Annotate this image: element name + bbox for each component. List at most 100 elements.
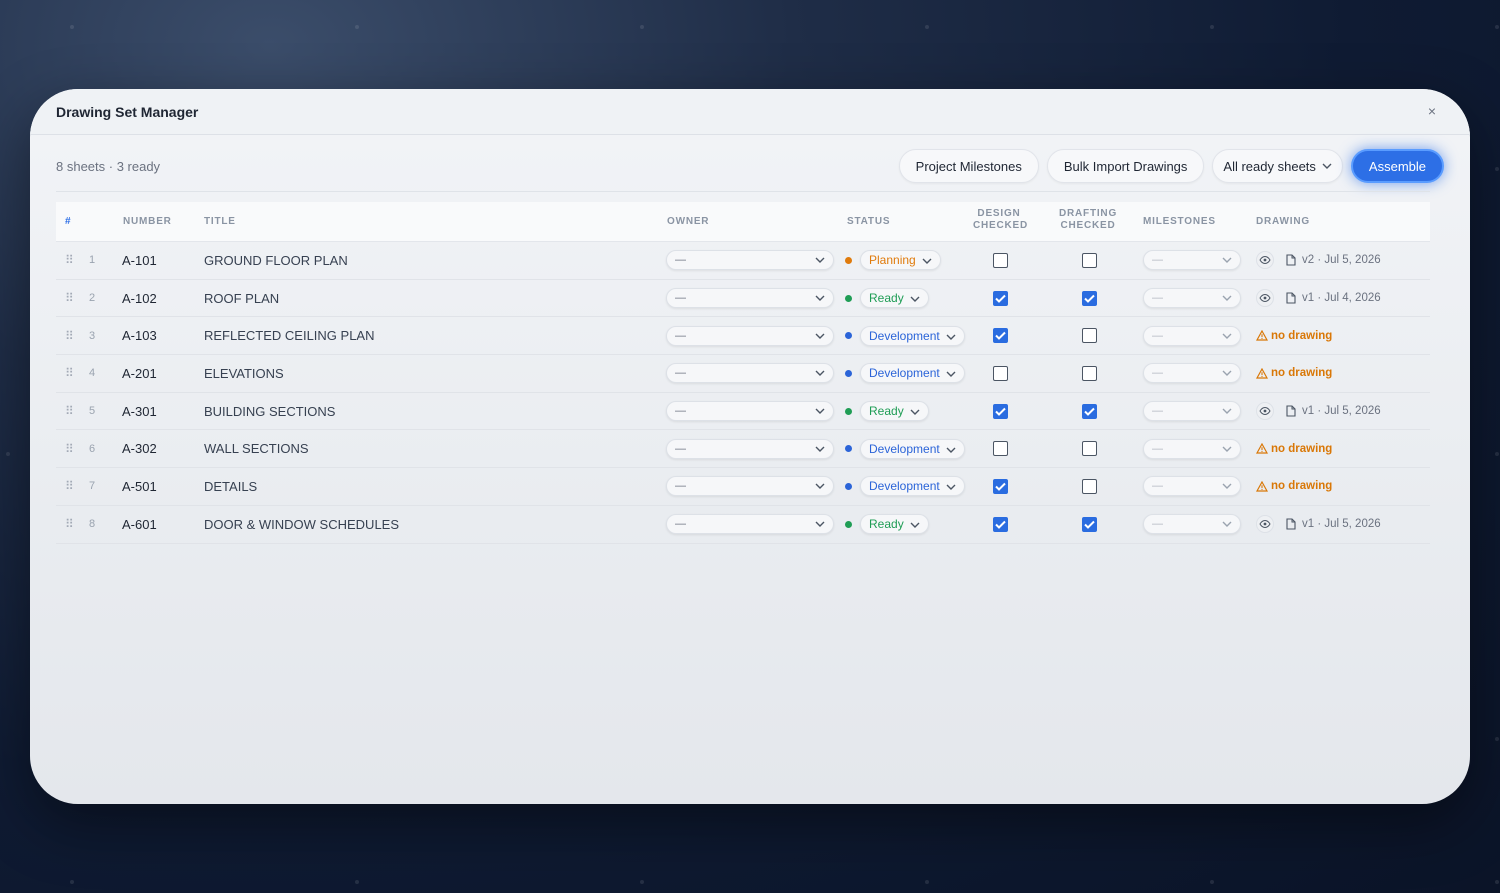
milestones-select[interactable]: — [1143, 476, 1241, 497]
project-milestones-button[interactable]: Project Milestones [898, 149, 1039, 183]
close-icon[interactable]: × [1424, 103, 1440, 119]
design-checked-checkbox[interactable] [993, 516, 1008, 532]
column-header-milestones[interactable]: MILESTONES [1143, 216, 1216, 228]
drafting-checked-checkbox[interactable] [1082, 290, 1097, 306]
drag-handle-icon[interactable]: ⠿ [65, 506, 74, 543]
status-dot [845, 332, 852, 340]
eye-icon[interactable] [1256, 289, 1274, 308]
chevron-down-icon [1322, 163, 1332, 169]
drafting-checked-checkbox[interactable] [1082, 478, 1097, 494]
status-cell: Planning [845, 242, 941, 279]
sheet-title[interactable]: REFLECTED CEILING PLAN [204, 317, 375, 354]
status-select[interactable]: Development [860, 476, 965, 497]
column-header-status[interactable]: STATUS [847, 216, 890, 228]
drafting-checked-checkbox[interactable] [1082, 252, 1097, 268]
owner-select[interactable]: — [666, 438, 834, 459]
milestones-select[interactable]: — [1143, 438, 1241, 459]
sheet-title[interactable]: DETAILS [204, 468, 257, 505]
chevron-down-icon [815, 405, 825, 417]
drafting-checked-checkbox[interactable] [1082, 441, 1097, 457]
drafting-checked-checkbox[interactable] [1082, 365, 1097, 381]
owner-select[interactable]: — [666, 325, 834, 346]
drawing-version[interactable]: v1 · Jul 5, 2026 [1302, 405, 1381, 417]
design-checked-checkbox[interactable] [993, 365, 1008, 381]
drag-handle-icon[interactable]: ⠿ [65, 393, 74, 430]
drag-handle-icon[interactable]: ⠿ [65, 242, 74, 279]
sheet-title[interactable]: ELEVATIONS [204, 355, 284, 392]
table-row[interactable]: ⠿ 3 A-103 REFLECTED CEILING PLAN — Developmen… [56, 317, 1430, 356]
design-checked-checkbox[interactable] [993, 290, 1008, 306]
status-select[interactable]: Development [860, 363, 965, 384]
design-checked-checkbox[interactable] [993, 252, 1008, 268]
drafting-checked-checkbox[interactable] [1082, 328, 1097, 344]
status-select[interactable]: Ready [860, 288, 929, 309]
sheet-number: A-201 [122, 365, 157, 381]
table-row[interactable]: ⠿ 5 A-301 BUILDING SECTIONS — Ready — v1 · Jul … [56, 393, 1430, 431]
milestones-select[interactable]: — [1143, 288, 1241, 309]
drafting-checked-checkbox[interactable] [1082, 403, 1097, 419]
status-select[interactable]: Development [860, 325, 965, 346]
chevron-down-icon [815, 292, 825, 304]
sheet-title[interactable]: ROOF PLAN [204, 280, 279, 317]
status-cell: Development [845, 355, 965, 392]
eye-icon[interactable] [1256, 251, 1274, 270]
milestones-select[interactable]: — [1143, 363, 1241, 384]
background-dot [355, 880, 359, 884]
column-header-drawing[interactable]: DRAWING [1256, 216, 1310, 228]
milestones-select[interactable]: — [1143, 250, 1241, 271]
owner-select[interactable]: — [666, 363, 834, 384]
table-row[interactable]: ⠿ 7 A-501 DETAILS — Development — no drawing [56, 468, 1430, 506]
sheet-title[interactable]: DOOR & WINDOW SCHEDULES [204, 506, 399, 543]
sheet-number: A-501 [122, 478, 157, 494]
sheet-scope-select[interactable]: All ready sheets [1212, 149, 1343, 183]
design-checked-checkbox[interactable] [993, 478, 1008, 494]
design-checked-checkbox[interactable] [993, 328, 1008, 344]
sheet-title[interactable]: WALL SECTIONS [204, 430, 309, 467]
no-drawing-label: no drawing [1271, 329, 1333, 342]
column-header-owner[interactable]: OWNER [667, 216, 709, 228]
warning-icon [1256, 480, 1268, 492]
owner-select[interactable]: — [666, 514, 834, 535]
drawing-version[interactable]: v2 · Jul 5, 2026 [1302, 254, 1381, 266]
sheet-title[interactable]: GROUND FLOOR PLAN [204, 242, 348, 279]
status-select[interactable]: Ready [860, 514, 929, 535]
milestones-select[interactable]: — [1143, 401, 1241, 422]
status-select[interactable]: Ready [860, 401, 929, 422]
assemble-button[interactable]: Assemble [1350, 149, 1444, 183]
drag-handle-icon[interactable]: ⠿ [65, 468, 74, 505]
column-header-title[interactable]: TITLE [204, 216, 236, 228]
status-select[interactable]: Planning [860, 250, 941, 271]
eye-icon[interactable] [1256, 515, 1274, 534]
table-row[interactable]: ⠿ 4 A-201 ELEVATIONS — Development — no drawing [56, 355, 1430, 393]
owner-select[interactable]: — [666, 401, 834, 422]
owner-select[interactable]: — [666, 476, 834, 497]
design-checked-checkbox[interactable] [993, 403, 1008, 419]
drag-handle-icon[interactable]: ⠿ [65, 355, 74, 392]
sheet-title[interactable]: BUILDING SECTIONS [204, 393, 335, 430]
drafting-checked-checkbox[interactable] [1082, 516, 1097, 532]
eye-icon[interactable] [1256, 402, 1274, 421]
owner-select[interactable]: — [666, 250, 834, 271]
drag-handle-icon[interactable]: ⠿ [65, 280, 74, 317]
table-row[interactable]: ⠿ 1 A-101 GROUND FLOOR PLAN — Planning — v2 · J… [56, 242, 1430, 280]
drag-handle-icon[interactable]: ⠿ [65, 317, 74, 354]
background-dot [355, 25, 359, 29]
background-dot [925, 25, 929, 29]
drag-handle-icon[interactable]: ⠿ [65, 430, 74, 467]
background-dot [1495, 880, 1499, 884]
column-header-design-checked[interactable]: DESIGN CHECKED [973, 208, 1027, 232]
status-select[interactable]: Development [860, 438, 965, 459]
owner-select[interactable]: — [666, 288, 834, 309]
table-row[interactable]: ⠿ 2 A-102 ROOF PLAN — Ready — v1 · Jul 4, 2026 [56, 280, 1430, 318]
table-row[interactable]: ⠿ 8 A-601 DOOR & WINDOW SCHEDULES — Ready — v1 … [56, 506, 1430, 544]
column-header-number[interactable]: NUMBER [123, 216, 172, 228]
background-dot [6, 452, 10, 456]
drawing-version[interactable]: v1 · Jul 4, 2026 [1302, 292, 1381, 304]
table-row[interactable]: ⠿ 6 A-302 WALL SECTIONS — Development — no draw… [56, 430, 1430, 469]
milestones-select[interactable]: — [1143, 325, 1241, 346]
column-header-drafting-checked[interactable]: DRAFTING CHECKED [1058, 208, 1118, 232]
drawing-version[interactable]: v1 · Jul 5, 2026 [1302, 518, 1381, 530]
bulk-import-drawings-button[interactable]: Bulk Import Drawings [1046, 149, 1205, 183]
milestones-select[interactable]: — [1143, 514, 1241, 535]
design-checked-checkbox[interactable] [993, 441, 1008, 457]
